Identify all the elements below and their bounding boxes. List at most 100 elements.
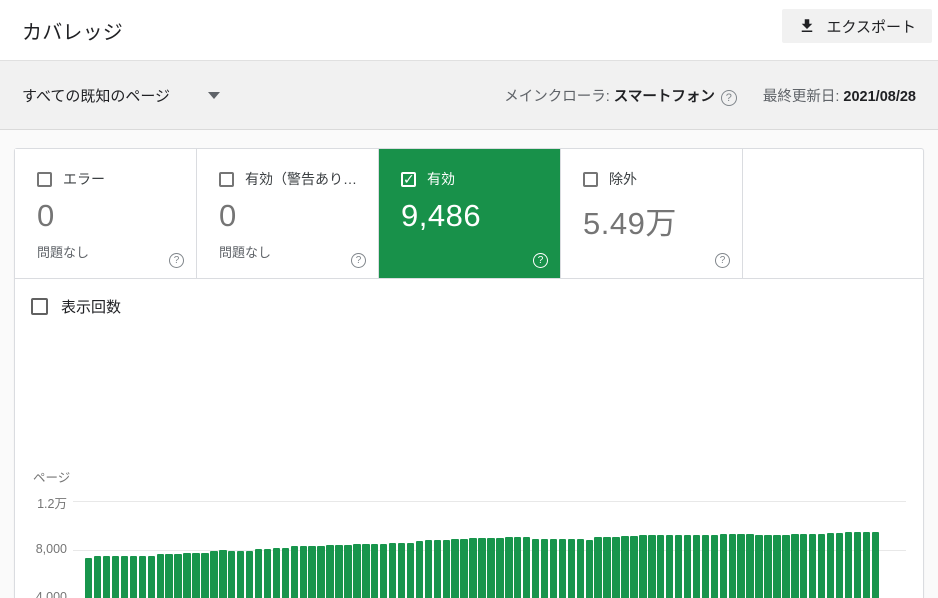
bar[interactable] <box>550 539 557 598</box>
bar[interactable] <box>416 541 423 598</box>
bar[interactable] <box>344 545 351 598</box>
bar[interactable] <box>818 534 825 598</box>
bar[interactable] <box>94 556 101 598</box>
bar[interactable] <box>130 556 137 598</box>
bar[interactable] <box>621 536 628 598</box>
bar[interactable] <box>764 535 771 598</box>
bar[interactable] <box>675 535 682 598</box>
bar[interactable] <box>255 549 262 598</box>
bar[interactable] <box>174 554 181 598</box>
bar[interactable] <box>219 550 226 598</box>
bar[interactable] <box>425 540 432 598</box>
bar[interactable] <box>434 540 441 598</box>
bar[interactable] <box>782 535 789 598</box>
help-icon[interactable]: ? <box>351 253 366 268</box>
bar[interactable] <box>666 535 673 598</box>
bar[interactable] <box>693 535 700 598</box>
bar[interactable] <box>746 534 753 598</box>
bar[interactable] <box>121 556 128 598</box>
bar[interactable] <box>737 534 744 598</box>
bar[interactable] <box>505 537 512 598</box>
bar[interactable] <box>398 543 405 598</box>
bar[interactable] <box>451 539 458 598</box>
bar[interactable] <box>389 543 396 598</box>
bar[interactable] <box>809 534 816 598</box>
bar[interactable] <box>872 532 879 598</box>
bar[interactable] <box>353 544 360 598</box>
export-button[interactable]: エクスポート <box>782 9 932 43</box>
crawler-help-icon[interactable]: ? <box>721 90 737 106</box>
bar[interactable] <box>532 539 539 598</box>
status-card-valid-with-warnings[interactable]: 有効（警告あり… 0 問題なし ? <box>197 149 379 278</box>
bar[interactable] <box>800 534 807 598</box>
bar[interactable] <box>380 544 387 598</box>
bar[interactable] <box>335 545 342 598</box>
bar[interactable] <box>201 553 208 598</box>
bar[interactable] <box>523 537 530 598</box>
bar[interactable] <box>648 535 655 598</box>
bar[interactable] <box>112 556 119 598</box>
bar[interactable] <box>371 544 378 598</box>
bar[interactable] <box>720 534 727 598</box>
impressions-checkbox[interactable] <box>31 298 48 315</box>
bar[interactable] <box>630 536 637 598</box>
help-icon[interactable]: ? <box>169 253 184 268</box>
status-card-valid[interactable]: 有効 9,486 ? <box>379 149 561 278</box>
bar[interactable] <box>514 537 521 598</box>
bar[interactable] <box>246 551 253 598</box>
bar[interactable] <box>487 538 494 598</box>
bar[interactable] <box>639 535 646 598</box>
bar[interactable] <box>273 548 280 598</box>
bar[interactable] <box>103 556 110 598</box>
excluded-checkbox[interactable] <box>583 172 598 187</box>
bar[interactable] <box>228 551 235 598</box>
bar[interactable] <box>594 537 601 598</box>
valid-with-warnings-checkbox[interactable] <box>219 172 234 187</box>
bar[interactable] <box>541 539 548 598</box>
bar[interactable] <box>478 538 485 598</box>
help-icon[interactable]: ? <box>715 253 730 268</box>
valid-checkbox[interactable] <box>401 172 416 187</box>
bar[interactable] <box>157 554 164 598</box>
bar[interactable] <box>577 539 584 598</box>
bar[interactable] <box>139 556 146 598</box>
bar[interactable] <box>210 551 217 598</box>
bar[interactable] <box>702 535 709 598</box>
bar[interactable] <box>568 539 575 598</box>
error-checkbox[interactable] <box>37 172 52 187</box>
bar[interactable] <box>407 543 414 598</box>
bar[interactable] <box>496 538 503 598</box>
bar[interactable] <box>326 545 333 598</box>
bar[interactable] <box>183 553 190 598</box>
bar[interactable] <box>317 546 324 598</box>
bar[interactable] <box>443 540 450 598</box>
bar[interactable] <box>291 546 298 598</box>
bar[interactable] <box>469 538 476 598</box>
status-card-error[interactable]: エラー 0 問題なし ? <box>15 149 197 278</box>
bar[interactable] <box>603 537 610 598</box>
bar[interactable] <box>85 558 92 598</box>
bar[interactable] <box>827 533 834 598</box>
impressions-toggle[interactable]: 表示回数 <box>31 296 121 317</box>
bar[interactable] <box>264 549 271 598</box>
bar[interactable] <box>192 553 199 598</box>
status-card-excluded[interactable]: 除外 5.49万 ? <box>561 149 743 278</box>
bar[interactable] <box>559 539 566 598</box>
bar[interactable] <box>845 532 852 598</box>
bar[interactable] <box>657 535 664 598</box>
bar[interactable] <box>308 546 315 598</box>
bar[interactable] <box>612 537 619 598</box>
bar[interactable] <box>863 532 870 598</box>
page-type-dropdown[interactable]: すべての既知のページ <box>22 85 220 106</box>
bar[interactable] <box>836 533 843 598</box>
bar[interactable] <box>237 551 244 598</box>
bar[interactable] <box>773 535 780 598</box>
bar[interactable] <box>791 534 798 598</box>
bar[interactable] <box>755 535 762 598</box>
bar[interactable] <box>684 535 691 598</box>
bar[interactable] <box>282 548 289 598</box>
bar[interactable] <box>148 556 155 598</box>
bar[interactable] <box>729 534 736 598</box>
bar[interactable] <box>854 532 861 598</box>
bar[interactable] <box>711 535 718 598</box>
